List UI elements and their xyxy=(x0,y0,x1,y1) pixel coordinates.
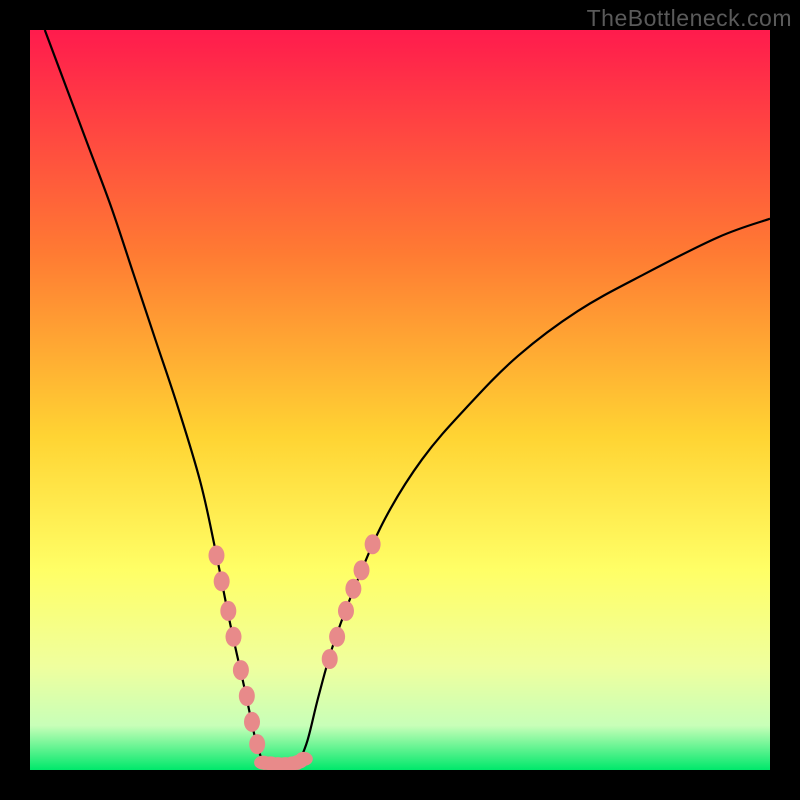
data-point xyxy=(233,660,249,680)
data-point xyxy=(220,601,236,621)
chart-svg xyxy=(30,30,770,770)
chart-container: TheBottleneck.com xyxy=(0,0,800,800)
data-point xyxy=(244,712,260,732)
chart-plot-area xyxy=(30,30,770,770)
data-point xyxy=(329,627,345,647)
data-point xyxy=(226,627,242,647)
data-point xyxy=(345,579,361,599)
data-point xyxy=(249,734,265,754)
data-point xyxy=(338,601,354,621)
data-point xyxy=(239,686,255,706)
watermark-text: TheBottleneck.com xyxy=(587,5,792,32)
data-point xyxy=(295,752,313,766)
data-point xyxy=(208,545,224,565)
data-point xyxy=(214,571,230,591)
gradient-background xyxy=(30,30,770,770)
data-point xyxy=(354,560,370,580)
data-point xyxy=(365,534,381,554)
data-point xyxy=(322,649,338,669)
